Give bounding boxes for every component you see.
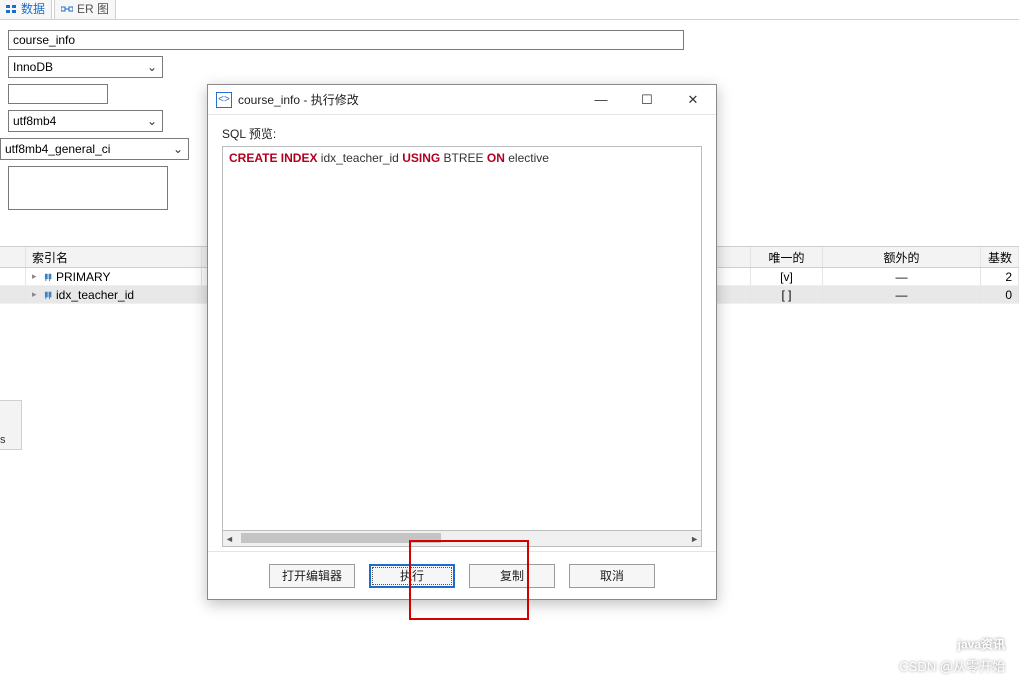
- execute-button[interactable]: 执行: [369, 564, 455, 588]
- side-panel-label: ics: [0, 434, 5, 446]
- col-extra[interactable]: 额外的: [823, 247, 981, 267]
- engine-value: InnoDB: [13, 60, 53, 74]
- row-unique: [ ]: [751, 286, 823, 303]
- copy-button[interactable]: 复制: [469, 564, 555, 588]
- tab-data-label: 数据: [21, 0, 45, 17]
- minimize-button[interactable]: —: [578, 85, 624, 114]
- scroll-right-icon[interactable]: ►: [690, 534, 699, 544]
- col-cardinality[interactable]: 基数: [981, 247, 1019, 267]
- comment-textarea[interactable]: [8, 166, 168, 210]
- expand-icon[interactable]: ▸: [32, 271, 42, 282]
- wechat-icon: [932, 633, 954, 658]
- chevron-down-icon: ⌄: [144, 114, 160, 128]
- row-cardinality: 2: [981, 268, 1019, 285]
- horizontal-scrollbar[interactable]: ◄ ►: [222, 531, 702, 547]
- data-tab-icon: [5, 3, 17, 15]
- row-unique: [v]: [751, 268, 823, 285]
- row-extra: —: [823, 268, 981, 285]
- index-icon: [42, 271, 56, 282]
- scroll-thumb[interactable]: [241, 533, 441, 543]
- scroll-left-icon[interactable]: ◄: [225, 534, 234, 544]
- row-extra: —: [823, 286, 981, 303]
- row-cardinality: 0: [981, 286, 1019, 303]
- col-unique[interactable]: 唯一的: [751, 247, 823, 267]
- row-name: PRIMARY: [56, 270, 110, 284]
- cancel-button[interactable]: 取消: [569, 564, 655, 588]
- row-name: idx_teacher_id: [56, 288, 134, 302]
- blank-input[interactable]: [8, 84, 108, 104]
- tab-er[interactable]: ER 图: [54, 0, 116, 19]
- chevron-down-icon: ⌄: [144, 60, 160, 74]
- expand-icon[interactable]: ▸: [32, 289, 42, 300]
- open-editor-button[interactable]: 打开编辑器: [269, 564, 355, 588]
- sql-file-icon: <>: [216, 92, 232, 108]
- sql-preview-label: SQL 预览:: [222, 125, 702, 142]
- col-index-name[interactable]: 索引名: [26, 247, 202, 267]
- maximize-button[interactable]: ☐: [624, 85, 670, 114]
- charset-value: utf8mb4: [13, 114, 56, 128]
- sql-preview-textarea[interactable]: CREATE INDEX idx_teacher_id USING BTREE …: [222, 146, 702, 531]
- engine-combo[interactable]: InnoDB ⌄: [8, 56, 163, 78]
- charset-combo[interactable]: utf8mb4 ⌄: [8, 110, 163, 132]
- chevron-down-icon: ⌄: [170, 142, 186, 156]
- watermark-line1: java资讯: [958, 638, 1005, 652]
- index-icon: [42, 289, 56, 300]
- close-button[interactable]: ✕: [670, 85, 716, 114]
- er-tab-icon: [61, 3, 73, 15]
- table-name-input[interactable]: [8, 30, 684, 50]
- watermark-line2: CSDN @从零开始: [899, 656, 1005, 675]
- tab-data[interactable]: 数据: [0, 0, 52, 19]
- collation-value: utf8mb4_general_ci: [5, 142, 110, 156]
- editor-tabs: 数据 ER 图: [0, 0, 1019, 20]
- collation-combo[interactable]: utf8mb4_general_ci ⌄: [0, 138, 189, 160]
- dialog-title: course_info - 执行修改: [238, 91, 578, 108]
- watermark: java资讯 CSDN @从零开始: [899, 633, 1005, 675]
- execute-changes-dialog: <> course_info - 执行修改 — ☐ ✕ SQL 预览: CREA…: [207, 84, 717, 600]
- dialog-footer: 打开编辑器 执行 复制 取消: [208, 551, 716, 599]
- dialog-titlebar[interactable]: <> course_info - 执行修改 — ☐ ✕: [208, 85, 716, 115]
- tab-er-label: ER 图: [77, 0, 109, 17]
